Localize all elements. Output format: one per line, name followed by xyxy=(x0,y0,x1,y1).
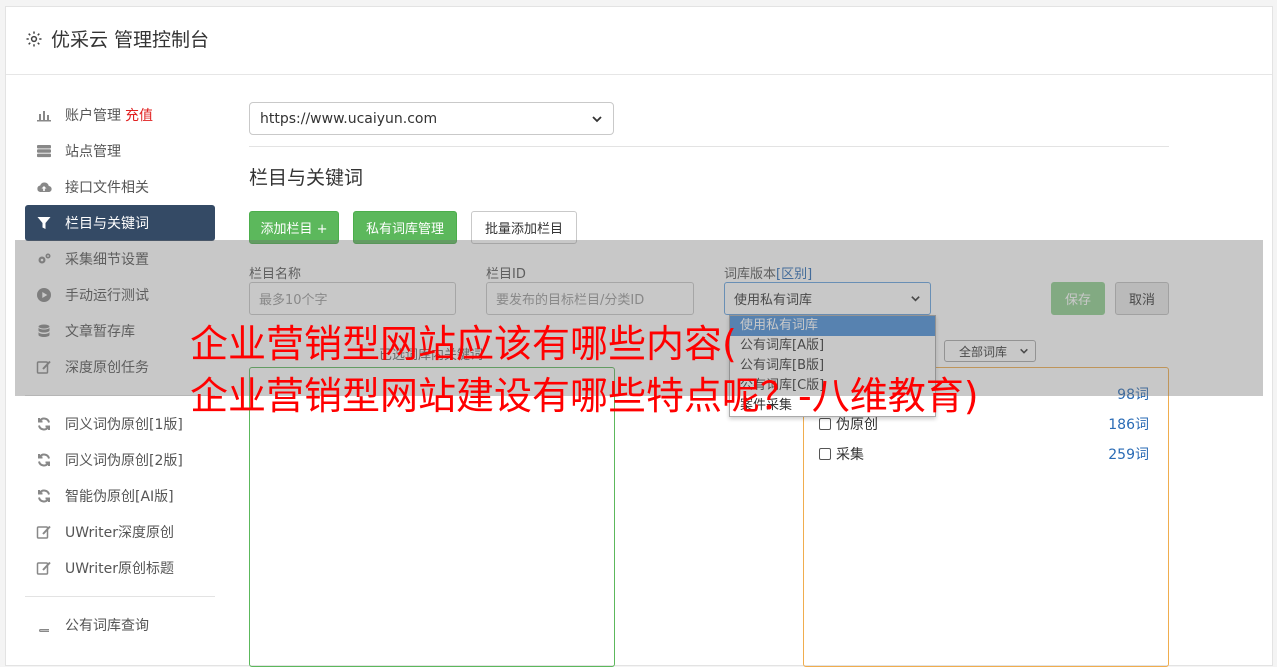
bar-chart-icon xyxy=(37,111,51,122)
sidebar-item-ai-rewrite[interactable]: 智能伪原创[AI版] xyxy=(25,478,215,514)
library-count[interactable]: 98词 xyxy=(1117,384,1149,404)
library-version-select[interactable]: 使用私有词库 xyxy=(724,282,931,315)
save-button[interactable]: 保存 xyxy=(1051,282,1105,315)
sidebar-item-article-store[interactable]: 文章暂存库 xyxy=(25,313,215,349)
sidebar: 账户管理 充值 站点管理 接口文件相关 栏目与关键词 采集细节设置 手动运行测试… xyxy=(25,97,215,643)
overlay-line-1: 企业营销型网站应该有哪些内容( xyxy=(190,322,737,366)
edit-icon xyxy=(36,561,51,575)
cloud-upload-icon xyxy=(37,182,52,193)
sidebar-item-label: 深度原创任务 xyxy=(65,360,149,376)
cogs-icon xyxy=(38,253,51,264)
divider xyxy=(249,146,1169,147)
database-icon xyxy=(38,324,50,337)
server-icon xyxy=(37,145,51,158)
sidebar-item-label: UWriter深度原创 xyxy=(65,525,174,541)
column-id-label: 栏目ID xyxy=(486,267,526,282)
library-version-label: 词库版本[区别] xyxy=(724,263,812,282)
sidebar-item-label: 公有词库查询 xyxy=(65,618,149,634)
brand: 优采云 管理控制台 xyxy=(25,25,209,52)
sidebar-item-label: 智能伪原创[AI版] xyxy=(65,489,174,505)
sidebar-item-label: 站点管理 xyxy=(65,144,121,160)
library-count[interactable]: 186词 xyxy=(1108,414,1149,434)
library-version-text: 词库版本 xyxy=(724,267,777,282)
sidebar-divider xyxy=(25,596,215,597)
sidebar-item-uwriter-title[interactable]: UWriter原创标题 xyxy=(25,550,215,586)
batch-add-column-button[interactable]: 批量添加栏目 xyxy=(471,211,577,244)
sidebar-item-label: 采集细节设置 xyxy=(65,252,149,268)
sidebar-item-uwriter-deep[interactable]: UWriter深度原创 xyxy=(25,514,215,550)
library-version-value: 使用私有词库 xyxy=(734,293,813,308)
column-name-input[interactable]: 最多10个字 xyxy=(249,282,456,315)
sidebar-item-collect-settings[interactable]: 采集细节设置 xyxy=(25,241,215,277)
column-name-label: 栏目名称 xyxy=(249,267,302,282)
sidebar-item-synonym-v2[interactable]: 同义词伪原创[2版] xyxy=(25,442,215,478)
sidebar-item-account[interactable]: 账户管理 充值 xyxy=(25,97,215,133)
library-row[interactable]: 采集 259词 xyxy=(819,444,1149,464)
library-name: 采集 xyxy=(819,444,864,464)
sidebar-item-manual-run[interactable]: 手动运行测试 xyxy=(25,277,215,313)
sidebar-item-label: 手动运行测试 xyxy=(65,288,149,304)
recharge-link[interactable]: 充值 xyxy=(125,105,153,125)
overlay-headline: 企业营销型网站应该有哪些内容( 企业营销型网站建设有哪些特点呢？-八维教育) xyxy=(190,318,979,422)
sidebar-item-label: 文章暂存库 xyxy=(65,324,135,340)
edit-icon xyxy=(36,525,51,539)
sidebar-item-label: 接口文件相关 xyxy=(65,180,149,196)
site-select-value: https://www.ucaiyun.com xyxy=(260,110,438,127)
play-circle-icon xyxy=(37,288,51,302)
sidebar-item-interface[interactable]: 接口文件相关 xyxy=(25,169,215,205)
sidebar-item-label: 栏目与关键词 xyxy=(65,216,149,232)
column-id-input[interactable]: 要发布的目标栏目/分类ID xyxy=(486,282,694,315)
page-title: 栏目与关键词 xyxy=(249,167,364,189)
sidebar-item-label: 同义词伪原创[2版] xyxy=(65,453,183,469)
app-title: 优采云 管理控制台 xyxy=(51,29,210,51)
sidebar-item-synonym-v1[interactable]: 同义词伪原创[1版] xyxy=(25,406,215,442)
refresh-icon xyxy=(38,417,50,431)
sidebar-item-columns-keywords[interactable]: 栏目与关键词 xyxy=(25,205,215,241)
sidebar-divider xyxy=(25,395,215,396)
library-name-text: 采集 xyxy=(836,447,864,463)
chevron-down-icon xyxy=(911,296,920,302)
library-checkbox[interactable] xyxy=(819,448,831,460)
sidebar-item-deep-original[interactable]: 深度原创任务 xyxy=(25,349,215,385)
library-count[interactable]: 259词 xyxy=(1108,444,1149,464)
sidebar-item-sites[interactable]: 站点管理 xyxy=(25,133,215,169)
add-column-button[interactable]: 添加栏目 + xyxy=(249,211,339,244)
refresh-icon xyxy=(38,453,50,467)
private-library-button[interactable]: 私有词库管理 xyxy=(353,211,457,244)
sidebar-item-label: 账户管理 xyxy=(65,108,121,124)
site-select[interactable]: https://www.ucaiyun.com xyxy=(249,102,614,135)
refresh-icon xyxy=(38,489,50,503)
filter-icon xyxy=(37,217,51,229)
overlay-line-2: 企业营销型网站建设有哪些特点呢？-八维教育) xyxy=(190,374,979,418)
edit-icon xyxy=(36,360,51,374)
chevron-down-icon xyxy=(1020,348,1028,354)
sidebar-item-label: 同义词伪原创[1版] xyxy=(65,417,183,433)
chevron-down-icon xyxy=(592,115,602,122)
sidebar-item-public-lib[interactable]: 公有词库查询 xyxy=(25,607,215,643)
gear-icon xyxy=(26,31,42,46)
version-diff-link[interactable]: [区别] xyxy=(776,267,812,282)
cancel-button[interactable]: 取消 xyxy=(1115,282,1169,315)
book-icon xyxy=(39,619,49,632)
sidebar-item-label: UWriter原创标题 xyxy=(65,561,174,577)
